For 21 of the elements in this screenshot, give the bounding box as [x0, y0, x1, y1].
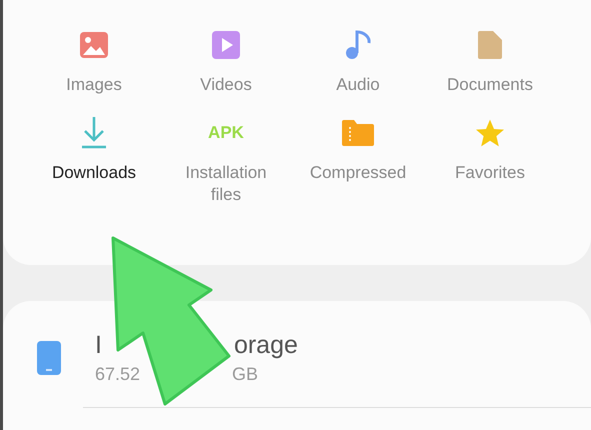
- category-label[interactable]: Documents: [447, 74, 533, 96]
- category-label[interactable]: Images: [66, 74, 122, 96]
- download-icon: [80, 116, 108, 150]
- music-note-icon: [344, 29, 372, 61]
- category-label[interactable]: Downloads: [52, 162, 136, 184]
- phone-icon: [37, 341, 61, 375]
- category-label[interactable]: Installation files: [176, 162, 276, 206]
- storage-title: I: [95, 331, 102, 360]
- storage-title: orage: [234, 331, 298, 360]
- picture-icon: [79, 31, 109, 59]
- folder-icon: [341, 119, 375, 147]
- storage-size: GB: [232, 364, 258, 385]
- category-label[interactable]: Audio: [336, 74, 380, 96]
- storage-size: 67.52: [95, 364, 140, 385]
- play-icon: [211, 30, 241, 60]
- document-icon: [477, 30, 503, 60]
- category-label[interactable]: Compressed: [310, 162, 406, 184]
- star-icon: [474, 117, 506, 149]
- category-label[interactable]: Favorites: [455, 162, 525, 184]
- apk-icon: APK: [208, 123, 244, 143]
- category-label[interactable]: Videos: [200, 74, 252, 96]
